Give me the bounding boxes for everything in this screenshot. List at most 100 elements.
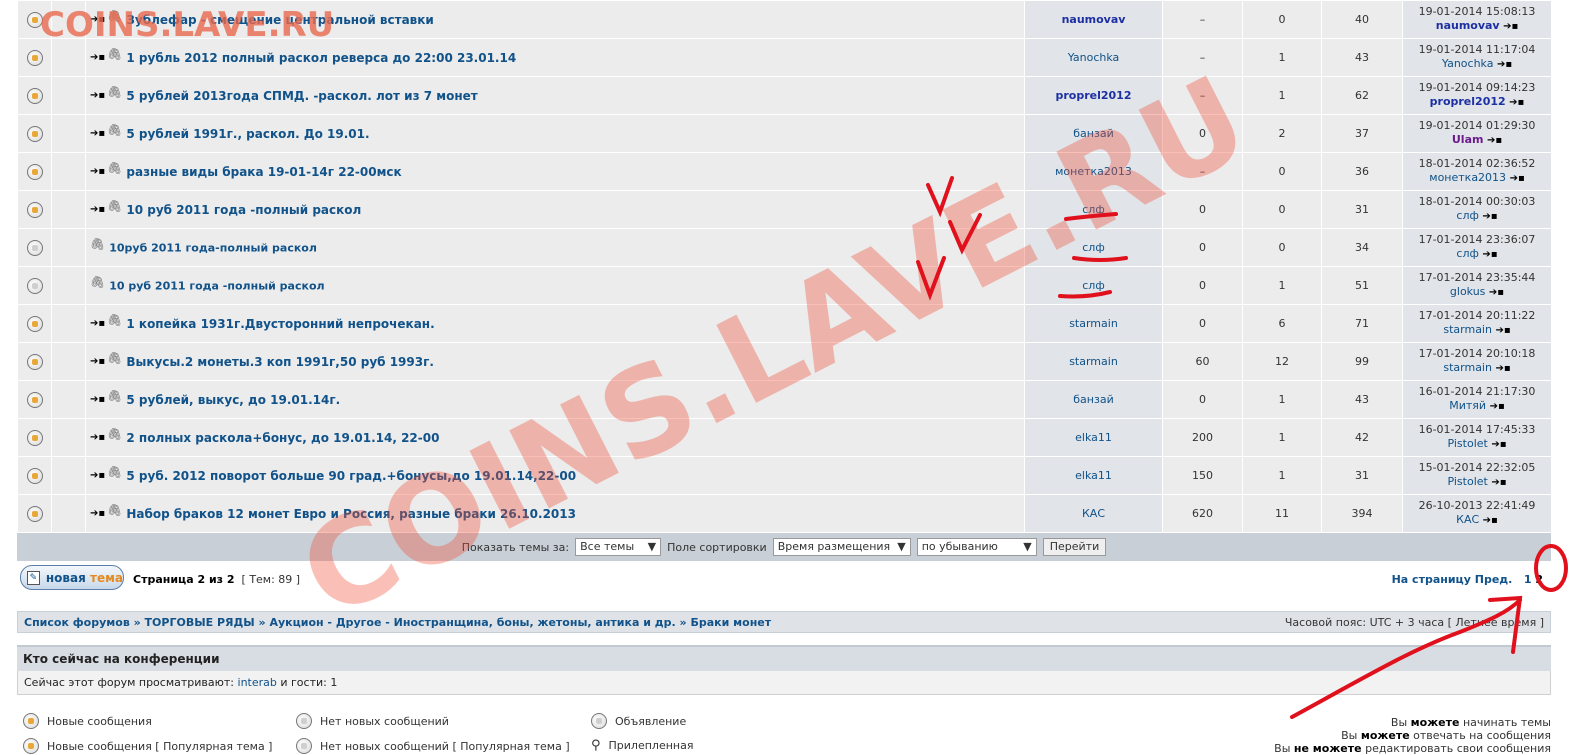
view-latest-post-icon[interactable]: ➔▪ bbox=[1482, 249, 1497, 260]
topic-title-link[interactable]: 1 рубль 2012 полный раскол реверса до 22… bbox=[126, 51, 516, 65]
topic-author-link[interactable]: Yanochka bbox=[1068, 51, 1120, 64]
last-post-user[interactable]: Митяй bbox=[1449, 399, 1486, 412]
attachment-icon: 🖇 bbox=[107, 198, 123, 213]
view-latest-post-icon[interactable]: ➔▪ bbox=[1503, 21, 1518, 32]
view-latest-post-icon[interactable]: ➔▪ bbox=[1489, 287, 1504, 298]
goto-last-post-icon[interactable]: ➔▪ bbox=[90, 394, 105, 405]
last-post-user[interactable]: naumovav bbox=[1436, 19, 1500, 32]
topic-author-link[interactable]: слф bbox=[1082, 241, 1104, 254]
view-latest-post-icon[interactable]: ➔▪ bbox=[1495, 325, 1510, 336]
topic-views-cell: 43 bbox=[1321, 38, 1403, 77]
table-row: ➔▪ 🖇 5 рублей 1991г., раскол. До 19.01. бан… bbox=[17, 114, 1552, 153]
topic-author-link[interactable]: proprel2012 bbox=[1055, 89, 1131, 102]
topic-title-link[interactable]: 10 руб 2011 года -полный раскол bbox=[126, 203, 361, 217]
last-post-date: 16-01-2014 17:45:33 bbox=[1418, 423, 1536, 436]
topic-author-link[interactable]: монетка2013 bbox=[1055, 165, 1132, 178]
online-user-link[interactable]: interab bbox=[238, 676, 277, 689]
goto-last-post-icon[interactable]: ➔▪ bbox=[90, 470, 105, 481]
topic-title-link[interactable]: Выкусы.2 монеты.3 коп 1991г,50 руб 1993г… bbox=[126, 355, 434, 369]
view-latest-post-icon[interactable]: ➔▪ bbox=[1497, 59, 1512, 70]
last-post-user[interactable]: слф bbox=[1456, 247, 1478, 260]
last-post-date: 18-01-2014 02:36:52 bbox=[1418, 157, 1536, 170]
last-post-cell: 18-01-2014 00:30:03 слф ➔▪ bbox=[1402, 190, 1552, 229]
view-latest-post-icon[interactable]: ➔▪ bbox=[1510, 173, 1525, 184]
view-latest-post-icon[interactable]: ➔▪ bbox=[1487, 135, 1502, 146]
chevron-down-icon: ▼ bbox=[647, 540, 657, 553]
goto-last-post-icon[interactable]: ➔▪ bbox=[90, 356, 105, 367]
last-post-user[interactable]: Pistolet bbox=[1447, 437, 1487, 450]
last-post-user[interactable]: слф bbox=[1456, 209, 1478, 222]
view-latest-post-icon[interactable]: ➔▪ bbox=[1509, 97, 1524, 108]
topic-title-link[interactable]: 10 руб 2011 года -полный раскол bbox=[109, 279, 324, 292]
topic-status-cell bbox=[17, 76, 52, 115]
topic-replies-cell: 1 bbox=[1242, 76, 1322, 115]
topic-title-link[interactable]: 5 руб. 2012 поворот больше 90 град.+бону… bbox=[126, 469, 576, 483]
prev-page-link[interactable]: Пред. bbox=[1475, 573, 1513, 586]
topic-title-link[interactable]: Зублефар - смещение центральной вставки bbox=[126, 13, 433, 27]
goto-last-post-icon[interactable]: ➔▪ bbox=[90, 52, 105, 63]
topic-author-link[interactable]: банзай bbox=[1073, 393, 1113, 406]
last-post-user[interactable]: монетка2013 bbox=[1429, 171, 1506, 184]
topic-status-cell bbox=[17, 190, 52, 229]
goto-last-post-icon[interactable]: ➔▪ bbox=[90, 90, 105, 101]
view-latest-post-icon[interactable]: ➔▪ bbox=[1495, 363, 1510, 374]
sort-field-select[interactable]: Время размещения ▼ bbox=[772, 538, 911, 556]
breadcrumb-trail[interactable]: Список форумов » ТОРГОВЫЕ РЯДЫ » Аукцион… bbox=[24, 616, 771, 629]
go-button[interactable]: Перейти bbox=[1042, 538, 1107, 556]
show-topics-select[interactable]: Все темы ▼ bbox=[575, 538, 662, 556]
topic-title-link[interactable]: 10руб 2011 года-полный раскол bbox=[109, 241, 317, 254]
topic-title-link[interactable]: Набор браков 12 монет Евро и Россия, раз… bbox=[126, 507, 576, 521]
topic-replies-cell: 0 bbox=[1242, 152, 1322, 191]
topic-author-link[interactable]: КАС bbox=[1082, 507, 1105, 520]
goto-last-post-icon[interactable]: ➔▪ bbox=[90, 204, 105, 215]
view-latest-post-icon[interactable]: ➔▪ bbox=[1491, 477, 1506, 488]
topic-status-cell bbox=[17, 418, 52, 457]
topic-title-link[interactable]: 5 рублей 2013года СПМД. -раскол. лот из … bbox=[126, 89, 477, 103]
last-post-cell: 19-01-2014 15:08:13 naumovav ➔▪ bbox=[1402, 0, 1552, 39]
sort-order-select[interactable]: по убыванию ▼ bbox=[916, 538, 1037, 556]
last-post-user[interactable]: Pistolet bbox=[1447, 475, 1487, 488]
topic-col1-cell: – bbox=[1162, 0, 1243, 39]
goto-last-post-icon[interactable]: ➔▪ bbox=[90, 508, 105, 519]
new-topic-button[interactable]: ✎ новая тема bbox=[20, 565, 124, 590]
last-post-user[interactable]: Ulam bbox=[1452, 133, 1484, 146]
who-online-heading: Кто сейчас на конференции bbox=[17, 645, 1551, 671]
last-post-user[interactable]: proprel2012 bbox=[1430, 95, 1506, 108]
attachment-icon: 🖇 bbox=[107, 426, 123, 441]
table-row: ➔▪ 🖇 5 рублей 2013года СПМД. -раскол. лот … bbox=[17, 76, 1552, 115]
topic-author-link[interactable]: слф bbox=[1082, 203, 1104, 216]
topic-author-link[interactable]: банзай bbox=[1073, 127, 1113, 140]
topic-author-link[interactable]: naumovav bbox=[1062, 13, 1126, 26]
goto-last-post-icon[interactable]: ➔▪ bbox=[90, 14, 105, 25]
view-latest-post-icon[interactable]: ➔▪ bbox=[1491, 439, 1506, 450]
last-post-user[interactable]: glokus bbox=[1450, 285, 1486, 298]
goto-last-post-icon[interactable]: ➔▪ bbox=[90, 128, 105, 139]
last-post-user[interactable]: starmain bbox=[1443, 361, 1492, 374]
topic-author-link[interactable]: starmain bbox=[1069, 317, 1118, 330]
goto-last-post-icon[interactable]: ➔▪ bbox=[90, 318, 105, 329]
topic-title-link[interactable]: 5 рублей, выкус, до 19.01.14г. bbox=[126, 393, 340, 407]
topic-title-link[interactable]: 1 копейка 1931г.Двусторонний непрочекан. bbox=[126, 317, 434, 331]
topic-status-icon bbox=[26, 391, 43, 408]
topic-title-link[interactable]: 5 рублей 1991г., раскол. До 19.01. bbox=[126, 127, 369, 141]
last-post-user[interactable]: Yanochka bbox=[1442, 57, 1494, 70]
topic-author-link[interactable]: слф bbox=[1082, 279, 1104, 292]
topic-author-link[interactable]: elka11 bbox=[1075, 431, 1112, 444]
last-post-user[interactable]: КАС bbox=[1456, 513, 1479, 526]
topic-replies-cell: 11 bbox=[1242, 494, 1322, 533]
last-post-user[interactable]: starmain bbox=[1443, 323, 1492, 336]
legend-new-posts: Новые сообщения bbox=[23, 713, 152, 729]
view-latest-post-icon[interactable]: ➔▪ bbox=[1483, 515, 1498, 526]
topic-author-link[interactable]: elka11 bbox=[1075, 469, 1112, 482]
topic-author-link[interactable]: starmain bbox=[1069, 355, 1118, 368]
view-latest-post-icon[interactable]: ➔▪ bbox=[1482, 211, 1497, 222]
view-latest-post-icon[interactable]: ➔▪ bbox=[1490, 401, 1505, 412]
topic-status-cell bbox=[17, 152, 52, 191]
goto-page-link[interactable]: На страницу bbox=[1392, 573, 1471, 586]
page-1-link[interactable]: 1 bbox=[1524, 573, 1532, 586]
topic-title-link[interactable]: разные виды брака 19-01-14г 22-00мск bbox=[126, 165, 401, 179]
topic-title-cell: 🖇 10 руб 2011 года -полный раскол bbox=[85, 266, 1025, 305]
topic-title-link[interactable]: 2 полных раскола+бонус, до 19.01.14, 22-… bbox=[126, 431, 439, 445]
goto-last-post-icon[interactable]: ➔▪ bbox=[90, 432, 105, 443]
goto-last-post-icon[interactable]: ➔▪ bbox=[90, 166, 105, 177]
